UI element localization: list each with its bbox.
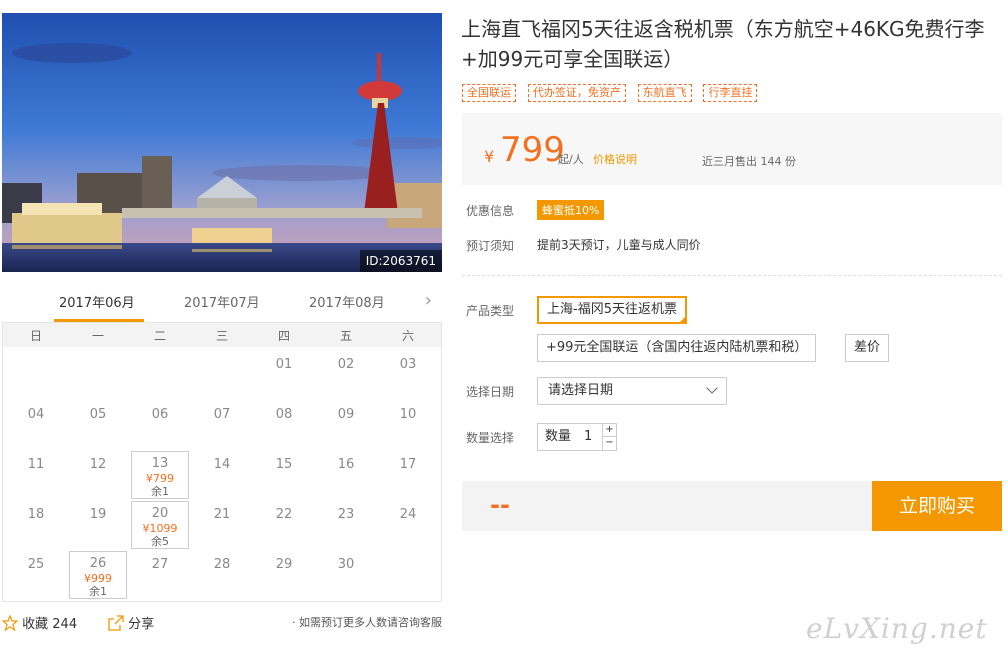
quantity-prefix: 数量 xyxy=(545,429,572,444)
total-price-placeholder: -- xyxy=(490,491,510,519)
price-explain-link[interactable]: 价格说明 xyxy=(593,151,637,167)
calendar-day: 27 xyxy=(151,557,169,572)
tab-month-2017-08[interactable]: 2017年08月 xyxy=(309,292,385,311)
product-type-label: 产品类型 xyxy=(466,304,515,318)
calendar-day: 10 xyxy=(399,407,417,422)
chevron-right-icon[interactable]: › xyxy=(425,290,432,311)
weekday-label: 五 xyxy=(339,329,352,343)
notice-text: 提前3天预订，儿童与成人同价 xyxy=(537,238,701,252)
calendar-day: 24 xyxy=(399,507,417,522)
quantity-value[interactable]: 1 xyxy=(584,424,592,450)
calendar-day: 04 xyxy=(27,407,45,422)
feature-tag: 东航直飞 xyxy=(637,84,692,102)
increment-button[interactable]: + xyxy=(602,424,616,437)
notice-label: 预订须知 xyxy=(466,239,515,253)
share-button[interactable]: 分享 xyxy=(108,613,154,632)
calendar-day: 06 xyxy=(151,407,169,422)
calendar-day: 19 xyxy=(89,507,107,522)
sales-count: 近三月售出 144 份 xyxy=(702,155,796,168)
photo-id-label: ID:2063761 xyxy=(359,250,442,272)
date-select[interactable]: 请选择日期 xyxy=(537,377,727,405)
weekday-label: 一 xyxy=(91,329,104,343)
divider xyxy=(462,275,1002,276)
weekday-label: 日 xyxy=(29,329,42,343)
product-option-flight[interactable]: 上海-福冈5天往返机票 xyxy=(537,296,687,324)
buy-now-button[interactable]: 立即购买 xyxy=(872,481,1002,531)
calendar-day: 08 xyxy=(275,407,293,422)
calendar-day: 11 xyxy=(27,457,45,472)
calendar-month-tabs: 2017年06月 2017年07月 2017年08月 › xyxy=(2,284,442,322)
calendar-day: 22 xyxy=(275,507,293,522)
star-icon xyxy=(1,614,19,632)
product-option-price-difference[interactable]: 差价 xyxy=(845,334,890,362)
day-price: ¥799 xyxy=(146,472,174,485)
option-label: 差价 xyxy=(854,340,881,355)
calendar-day: 25 xyxy=(27,557,45,572)
calendar-day-available[interactable]: 13 ¥799 余1 xyxy=(131,451,189,499)
weekday-label: 三 xyxy=(215,329,228,343)
calendar-day: 05 xyxy=(89,407,107,422)
calendar-day: 01 xyxy=(275,357,293,372)
discount-badge: 蜂蜜抵10% xyxy=(537,200,605,220)
product-title: 上海直飞福冈5天往返含税机票（东方航空+46KG免费行李+加99元可享全国联运） xyxy=(461,17,985,71)
weekday-header: 日 一 二 三 四 五 六 xyxy=(3,323,441,347)
calendar-day: 14 xyxy=(213,457,231,472)
product-option-connection[interactable]: +99元全国联运（含国内往返内陆机票和税） xyxy=(537,334,817,362)
date-placeholder: 请选择日期 xyxy=(548,383,614,398)
calendar-day-available[interactable]: 20 ¥1099 余5 xyxy=(131,501,189,549)
action-bar: 收藏 244 分享 · 如需预订更多人数请咨询客服 xyxy=(1,611,442,633)
price-panel: ¥ 799 起/人 价格说明 近三月售出 144 份 xyxy=(462,113,1002,185)
chevron-down-icon xyxy=(706,382,718,394)
price-unit: 起/人 xyxy=(558,153,584,166)
option-label: 上海-福冈5天往返机票 xyxy=(547,302,677,317)
calendar-day-available[interactable]: 26 ¥999 余1 xyxy=(69,551,127,599)
weekday-label: 四 xyxy=(277,329,290,343)
day-price: ¥999 xyxy=(84,572,112,585)
feature-tag: 行李直挂 xyxy=(703,84,758,102)
calendar-day: 09 xyxy=(337,407,355,422)
calendar-day: 12 xyxy=(89,457,107,472)
product-photo: ID:2063761 xyxy=(2,13,442,272)
selected-check-icon xyxy=(677,315,687,324)
calendar-day: 16 xyxy=(337,457,355,472)
tab-month-2017-06[interactable]: 2017年06月 xyxy=(59,292,135,311)
day-remaining: 余1 xyxy=(151,485,169,498)
tab-month-2017-07[interactable]: 2017年07月 xyxy=(184,292,260,311)
currency-symbol: ¥ xyxy=(484,147,495,166)
calendar-day: 15 xyxy=(275,457,293,472)
share-label: 分享 xyxy=(128,617,155,632)
quantity-stepper[interactable]: 数量 1 + − xyxy=(537,423,617,451)
calendar-day: 29 xyxy=(275,557,293,572)
site-watermark: eLvXing.net xyxy=(806,612,988,645)
favorite-label: 收藏 244 xyxy=(22,617,78,632)
weekday-label: 六 xyxy=(401,329,414,343)
quantity-label: 数量选择 xyxy=(466,431,515,445)
feature-tags: 全国联运 代办签证，免资产 东航直飞 行李直挂 xyxy=(462,84,765,104)
share-icon xyxy=(108,615,124,631)
date-calendar: 日 一 二 三 四 五 六 01 02 03 04 05 06 07 08 09… xyxy=(2,322,442,602)
weekday-label: 二 xyxy=(153,329,166,343)
calendar-day: 18 xyxy=(27,507,45,522)
calendar-day: 17 xyxy=(399,457,417,472)
day-remaining: 余1 xyxy=(89,585,107,598)
group-booking-note: · 如需预订更多人数请咨询客服 xyxy=(292,616,442,629)
day-remaining: 余5 xyxy=(151,535,169,548)
price-value: 799 xyxy=(500,130,565,170)
day-price: ¥1099 xyxy=(142,522,178,535)
decrement-button[interactable]: − xyxy=(602,437,616,450)
purchase-bar: -- 立即购买 xyxy=(462,481,1002,531)
calendar-day: 03 xyxy=(399,357,417,372)
feature-tag: 代办签证，免资产 xyxy=(527,84,626,102)
discount-label: 优惠信息 xyxy=(466,204,515,218)
calendar-day: 02 xyxy=(337,357,355,372)
calendar-day: 28 xyxy=(213,557,231,572)
favorite-button[interactable]: 收藏 244 xyxy=(1,613,78,632)
date-label: 选择日期 xyxy=(466,385,515,399)
option-label: +99元全国联运（含国内往返内陆机票和税） xyxy=(546,340,808,355)
calendar-day: 23 xyxy=(337,507,355,522)
feature-tag: 全国联运 xyxy=(462,84,516,102)
calendar-day: 07 xyxy=(213,407,231,422)
calendar-day: 21 xyxy=(213,507,231,522)
calendar-day: 30 xyxy=(337,557,355,572)
